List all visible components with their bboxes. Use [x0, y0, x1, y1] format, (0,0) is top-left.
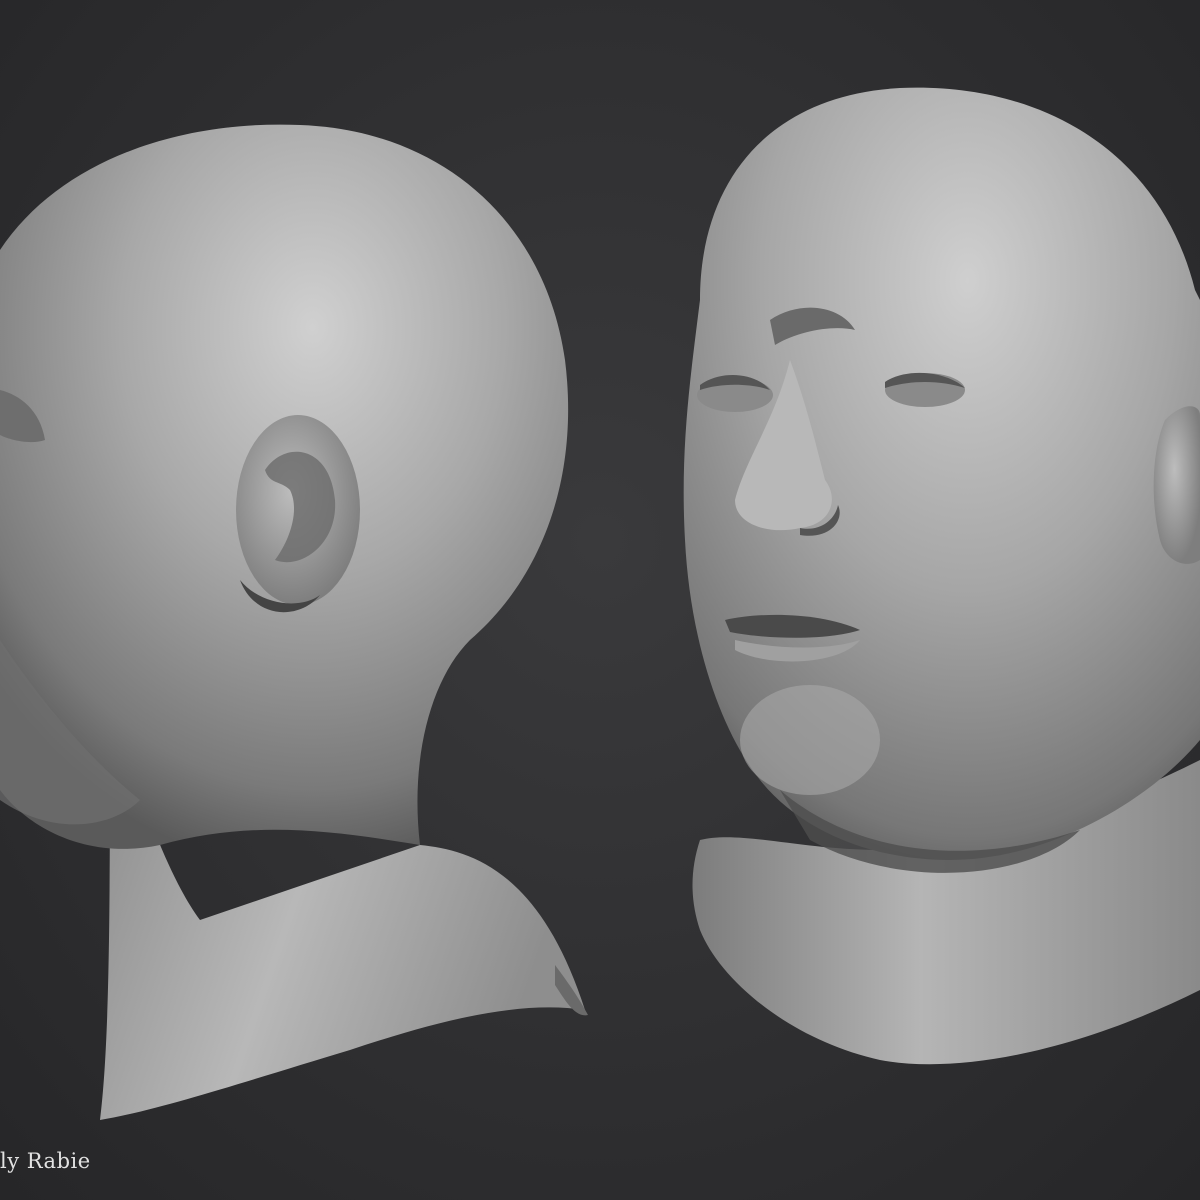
sculpt-render [0, 87, 1200, 1120]
left-head-back-view [0, 124, 588, 1120]
left-neck-collar-edge [555, 965, 588, 1016]
right-chin [740, 685, 880, 795]
artist-credit: ly Rabie [0, 1149, 91, 1173]
right-head-front-view [683, 87, 1200, 1065]
render-viewport: ly Rabie [0, 0, 1200, 1200]
